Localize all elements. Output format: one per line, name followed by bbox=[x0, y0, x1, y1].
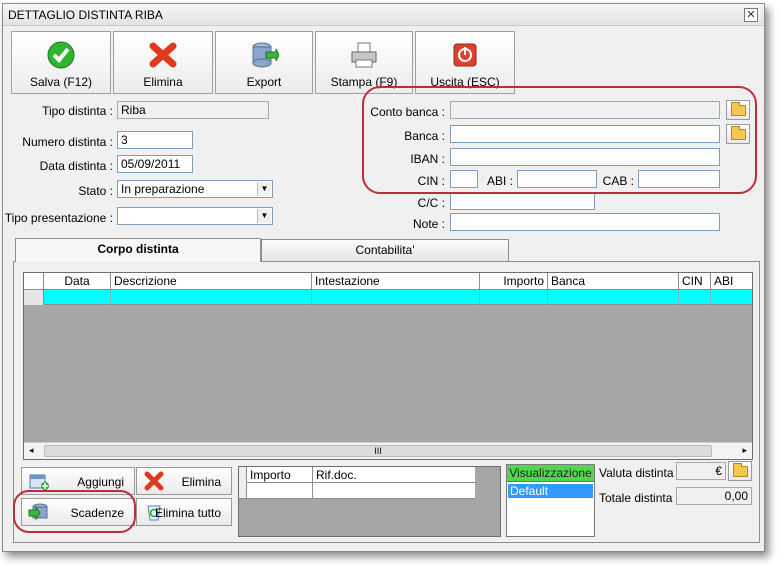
tipo-presentazione-dropdown[interactable]: ▼ bbox=[117, 207, 273, 225]
export-icon bbox=[252, 42, 279, 68]
delete-all-button-label: Elimina tutto bbox=[154, 506, 221, 520]
row-selector[interactable] bbox=[24, 290, 44, 305]
row-selector-header bbox=[24, 273, 44, 290]
tab-corpo-distinta[interactable]: Corpo distinta bbox=[15, 238, 261, 262]
column-header-descrizione[interactable]: Descrizione bbox=[111, 273, 312, 290]
stato-dropdown[interactable]: In preparazione ▼ bbox=[117, 180, 273, 198]
scroll-left-icon[interactable]: ◂ bbox=[29, 445, 34, 456]
chevron-down-icon[interactable]: ▼ bbox=[257, 209, 271, 223]
power-icon bbox=[453, 43, 477, 67]
totale-distinta-label: Totale distinta : bbox=[599, 491, 680, 505]
folder-icon bbox=[733, 463, 748, 477]
highlight-ring bbox=[13, 490, 136, 533]
close-button[interactable]: ✕ bbox=[744, 8, 758, 22]
column-header-importo[interactable]: Importo bbox=[247, 468, 312, 482]
data-distinta-field[interactable]: 05/09/2011 bbox=[117, 155, 193, 173]
window-title: DETTAGLIO DISTINTA RIBA bbox=[8, 8, 163, 22]
column-header-intestazione[interactable]: Intestazione bbox=[312, 273, 480, 290]
tipo-distinta-label: Tipo distinta : bbox=[42, 104, 113, 118]
column-header-rif-doc[interactable]: Rif.doc. bbox=[313, 468, 473, 482]
dialog-window: DETTAGLIO DISTINTA RIBA ✕ Salva (F12) El… bbox=[2, 3, 765, 552]
valuta-browse-button[interactable] bbox=[728, 461, 752, 481]
scroll-thumb[interactable]: III bbox=[44, 445, 712, 457]
delete-button-label: Elimina bbox=[143, 75, 183, 89]
cc-label: C/C : bbox=[417, 196, 445, 210]
stato-label: Stato : bbox=[78, 184, 113, 198]
totale-field: 0,00 bbox=[676, 487, 752, 505]
importo-grid-header: Importo Rif.doc. bbox=[239, 467, 475, 483]
importo-grid[interactable]: Importo Rif.doc. bbox=[238, 466, 501, 537]
column-header-cin[interactable]: CIN bbox=[679, 273, 711, 290]
check-icon bbox=[47, 41, 75, 69]
note-label: Note : bbox=[412, 217, 445, 231]
highlight-ring bbox=[362, 86, 757, 194]
column-header-importo[interactable]: Importo bbox=[480, 273, 548, 290]
scroll-right-icon[interactable]: ▸ bbox=[742, 445, 747, 456]
chevron-down-icon[interactable]: ▼ bbox=[257, 182, 271, 196]
valuta-distinta-label: Valuta distinta : bbox=[599, 466, 681, 480]
title-bar[interactable]: DETTAGLIO DISTINTA RIBA ✕ bbox=[3, 4, 764, 26]
delete-button[interactable]: Elimina bbox=[113, 31, 213, 94]
visualizzazione-list[interactable]: Visualizzazione Default bbox=[506, 464, 595, 537]
red-x-icon bbox=[149, 42, 177, 68]
delete-row-button-label: Elimina bbox=[181, 475, 221, 489]
data-distinta-label: Data distinta : bbox=[39, 159, 113, 173]
tipo-distinta-field: Riba bbox=[117, 101, 269, 119]
column-header-data[interactable]: Data bbox=[44, 273, 111, 290]
stato-value: In preparazione bbox=[121, 182, 205, 196]
tab-contabilita[interactable]: Contabilita' bbox=[261, 239, 509, 261]
visualizzazione-header: Visualizzazione bbox=[507, 465, 594, 482]
tipo-presentazione-label: Tipo presentazione : bbox=[4, 211, 113, 225]
delete-all-button[interactable]: Elimina tutto bbox=[136, 498, 232, 526]
cc-field[interactable] bbox=[450, 192, 595, 210]
export-button[interactable]: Export bbox=[215, 31, 313, 94]
list-item[interactable]: Default bbox=[508, 484, 593, 498]
note-field[interactable] bbox=[450, 213, 720, 231]
column-header-abi[interactable]: ABI bbox=[711, 273, 754, 290]
calendar-add-icon bbox=[29, 474, 49, 490]
valuta-field: € bbox=[676, 462, 726, 480]
save-button-label: Salva (F12) bbox=[29, 75, 93, 89]
add-button-label: Aggiungi bbox=[77, 475, 124, 489]
print-button[interactable]: Stampa (F9) bbox=[315, 31, 413, 94]
scadenze-grid[interactable]: Data Descrizione Intestazione Importo Ba… bbox=[23, 272, 753, 460]
red-x-icon bbox=[144, 471, 164, 491]
column-header-banca[interactable]: Banca bbox=[548, 273, 679, 290]
delete-row-button[interactable]: Elimina bbox=[136, 467, 232, 495]
table-row[interactable] bbox=[24, 290, 752, 305]
printer-icon bbox=[351, 42, 377, 68]
save-button[interactable]: Salva (F12) bbox=[11, 31, 111, 94]
horizontal-scrollbar[interactable]: ◂ III ▸ bbox=[24, 442, 752, 459]
numero-distinta-label: Numero distinta : bbox=[22, 135, 113, 149]
table-row[interactable] bbox=[239, 483, 475, 499]
exit-button[interactable]: Uscita (ESC) bbox=[415, 31, 515, 94]
export-button-label: Export bbox=[246, 75, 282, 89]
grid-header: Data Descrizione Intestazione Importo Ba… bbox=[24, 273, 752, 290]
numero-distinta-field[interactable]: 3 bbox=[117, 131, 193, 149]
